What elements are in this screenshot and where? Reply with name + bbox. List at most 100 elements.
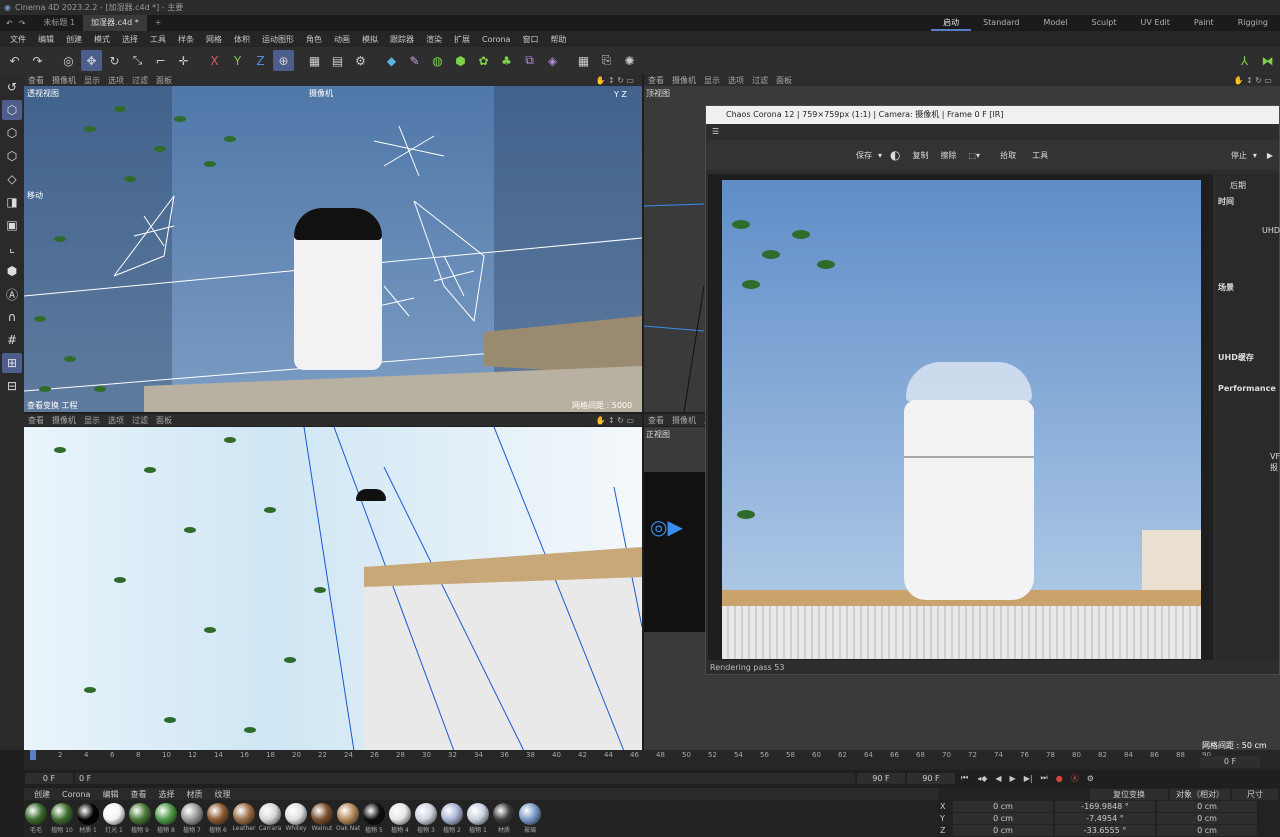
current-frame-field[interactable]: 0 F — [1200, 756, 1260, 768]
tweak-icon[interactable]: Ⓐ — [2, 284, 22, 304]
vp3-menu-display[interactable]: 显示 — [704, 75, 720, 86]
viewport-camera-icon[interactable]: ⎘ — [596, 50, 617, 71]
fields-icon[interactable]: ♣ — [496, 50, 517, 71]
coord-y-size[interactable]: 0 cm — [1157, 812, 1257, 824]
vp2-nav-icons[interactable]: ✋ ↕ ↻ ▭ — [595, 416, 634, 425]
vp3-menu-filter[interactable]: 过滤 — [752, 75, 768, 86]
material-item[interactable]: 植物 4 — [388, 800, 412, 837]
menu-create[interactable]: 创建 — [60, 34, 88, 45]
vp2-menu-view[interactable]: 查看 — [28, 415, 44, 426]
pick-button[interactable]: 拾取 — [1000, 150, 1016, 161]
material-item[interactable]: 玻璃 — [518, 800, 542, 837]
points-mode-icon[interactable]: ◇ — [2, 169, 22, 189]
material-item[interactable]: 植物 3 — [414, 800, 438, 837]
menu-tools[interactable]: 工具 — [144, 34, 172, 45]
play-icon[interactable]: ▶ — [1010, 774, 1016, 783]
vp2-menu-panel[interactable]: 面板 — [156, 415, 172, 426]
layout-tab-rigging[interactable]: Rigging — [1226, 15, 1280, 31]
stop-dropdown-icon[interactable]: ▾ — [1253, 151, 1257, 160]
scale-icon[interactable]: ⤡ — [127, 50, 148, 71]
vp4-menu-cameras[interactable]: 摄像机 — [672, 415, 696, 426]
menu-select[interactable]: 选择 — [116, 34, 144, 45]
mat-menu-create[interactable]: 创建 — [28, 789, 56, 800]
deformer-icon[interactable]: ⬢ — [450, 50, 471, 71]
doc-tab[interactable]: 未标题 1 — [35, 15, 83, 31]
vp4-menu-view[interactable]: 查看 — [648, 415, 664, 426]
mat-menu-select[interactable]: 选择 — [152, 789, 180, 800]
snap-icon[interactable]: ⅄ — [1234, 50, 1255, 71]
viewport-perspective[interactable]: 透视视图 摄像机 移动 Y Z 查看变换 工程 网格间距 : 5000 cm — [24, 86, 642, 412]
enable-axis-icon[interactable]: ⬢ — [2, 261, 22, 281]
menu-window[interactable]: 窗口 — [516, 34, 544, 45]
range-start-field[interactable]: 0 F — [75, 772, 855, 784]
coord-z-size[interactable]: 0 cm — [1157, 824, 1257, 836]
snapping-icon[interactable]: ⊞ — [2, 353, 22, 373]
material-item[interactable]: 植物 7 — [180, 800, 204, 837]
vp3-nav-icons[interactable]: ✋ ↕ ↻ ▭ — [1233, 76, 1272, 85]
material-item[interactable]: 植物 9 — [128, 800, 152, 837]
menu-mode[interactable]: 模式 — [88, 34, 116, 45]
vp3-menu-cameras[interactable]: 摄像机 — [672, 75, 696, 86]
vp-menu-options[interactable]: 选项 — [108, 75, 124, 86]
undo-icon[interactable]: ↶ — [6, 19, 13, 28]
render-view-icon[interactable]: ▦ — [304, 50, 325, 71]
material-item[interactable]: 植物 10 — [50, 800, 74, 837]
coord-z-rot[interactable]: -33.6555 ° — [1055, 824, 1155, 836]
menu-tracker[interactable]: 跟踪器 — [384, 34, 420, 45]
mat-menu-view[interactable]: 查看 — [124, 789, 152, 800]
vp3-menu-view[interactable]: 查看 — [648, 75, 664, 86]
reset-transform-button[interactable]: 复位变换 — [1090, 788, 1168, 800]
vp-menu-view[interactable]: 查看 — [28, 75, 44, 86]
magnet-icon[interactable]: ∩ — [2, 307, 22, 327]
grid-icon[interactable]: ▦ — [573, 50, 594, 71]
material-item[interactable]: Oak Nat — [336, 800, 360, 837]
symmetry-icon[interactable]: ⧓ — [1257, 50, 1278, 71]
live-select-icon[interactable]: ◎ — [58, 50, 79, 71]
edges-mode-icon[interactable]: ◨ — [2, 192, 22, 212]
mat-menu-corona[interactable]: Corona — [56, 790, 96, 799]
max-frame-field[interactable]: 90 F — [907, 772, 955, 784]
corona-logo-icon[interactable]: ◐ — [890, 148, 900, 162]
layout-tab-sculpt[interactable]: Sculpt — [1080, 15, 1129, 31]
mat-menu-edit[interactable]: 编辑 — [96, 789, 124, 800]
coord-x-rot[interactable]: -169.9848 ° — [1055, 800, 1155, 812]
stop-button[interactable]: 停止 — [1231, 150, 1247, 161]
prev-frame-icon[interactable]: ◀ — [995, 774, 1001, 783]
render-to-picture-viewer-icon[interactable]: ▤ — [327, 50, 348, 71]
render-settings-icon[interactable]: ⚙ — [350, 50, 371, 71]
material-item[interactable]: 灯光 1 — [102, 800, 126, 837]
material-item[interactable]: 植物 2 — [440, 800, 464, 837]
menu-render[interactable]: 渲染 — [420, 34, 448, 45]
cube-icon[interactable]: ◆ — [381, 50, 402, 71]
render-image[interactable] — [722, 180, 1201, 659]
material-item[interactable]: Leather — [232, 800, 256, 837]
layout-tab-paint[interactable]: Paint — [1182, 15, 1226, 31]
layout-tab-startup[interactable]: 启动 — [931, 15, 972, 31]
material-item[interactable]: Walnut — [310, 800, 334, 837]
axis-z-button[interactable]: Z — [250, 50, 271, 71]
vp2-menu-display[interactable]: 显示 — [84, 415, 100, 426]
menu-extensions[interactable]: 扩展 — [448, 34, 476, 45]
vp-menu-panel[interactable]: 面板 — [156, 75, 172, 86]
go-end-icon[interactable]: ⏭ — [1041, 773, 1048, 783]
polygons-mode-icon[interactable]: ▣ — [2, 215, 22, 235]
texture-mode-icon[interactable]: ⬡ — [2, 146, 22, 166]
coord-z-pos[interactable]: 0 cm — [953, 824, 1053, 836]
layout-tab-model[interactable]: Model — [1032, 15, 1080, 31]
material-item[interactable]: 材质 1 — [76, 800, 100, 837]
menu-mesh[interactable]: 网格 — [200, 34, 228, 45]
generator-icon[interactable]: ◍ — [427, 50, 448, 71]
camera-object-icon[interactable]: ◈ — [542, 50, 563, 71]
material-item[interactable]: 植物 1 — [466, 800, 490, 837]
erase-button[interactable]: 擦除 — [941, 150, 957, 161]
keyframe-settings-icon[interactable]: ⚙ — [1087, 774, 1094, 783]
vp-menu-display[interactable]: 显示 — [84, 75, 100, 86]
save-button[interactable]: 保存 — [856, 150, 872, 161]
move-icon[interactable]: ✥ — [81, 50, 102, 71]
coord-size-dropdown[interactable]: 尺寸 — [1232, 788, 1278, 800]
menu-volume[interactable]: 体积 — [228, 34, 256, 45]
coordinate-system-icon[interactable]: ⊕ — [273, 50, 294, 71]
cloner-icon[interactable]: ✿ — [473, 50, 494, 71]
workplane-icon[interactable]: # — [2, 330, 22, 350]
vp3-menu-panel[interactable]: 面板 — [776, 75, 792, 86]
